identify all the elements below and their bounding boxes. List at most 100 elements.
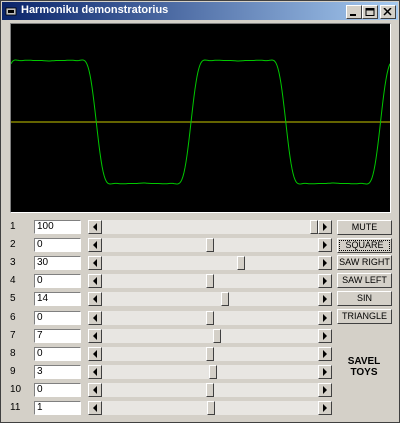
close-button[interactable] xyxy=(380,5,396,19)
slider-thumb[interactable] xyxy=(206,238,214,252)
harmonic-number: 3 xyxy=(10,257,16,268)
slider-thumb[interactable] xyxy=(310,220,318,234)
scroll-left-button[interactable] xyxy=(88,383,102,397)
slider-thumb[interactable] xyxy=(206,274,214,288)
arrow-right-icon xyxy=(323,368,327,376)
scroll-left-button[interactable] xyxy=(88,292,102,306)
scroll-right-button[interactable] xyxy=(318,383,332,397)
arrow-right-icon xyxy=(323,295,327,303)
harmonic-row: 1 100 xyxy=(1,220,341,234)
arrow-left-icon xyxy=(93,350,97,358)
harmonic-slider[interactable] xyxy=(88,292,332,306)
title-bar[interactable]: Harmoniku demonstratorius xyxy=(2,2,398,20)
harmonic-slider[interactable] xyxy=(88,311,332,325)
harmonic-slider[interactable] xyxy=(88,256,332,270)
slider-thumb[interactable] xyxy=(237,256,245,270)
scroll-left-button[interactable] xyxy=(88,329,102,343)
scroll-right-button[interactable] xyxy=(318,220,332,234)
harmonic-value-field[interactable]: 0 xyxy=(34,347,81,361)
scroll-right-button[interactable] xyxy=(318,292,332,306)
square-button[interactable]: SQUARE xyxy=(337,238,392,253)
minimize-button[interactable] xyxy=(346,5,362,19)
harmonic-row: 40 xyxy=(1,274,341,288)
scroll-right-button[interactable] xyxy=(318,365,332,379)
slider-thumb[interactable] xyxy=(206,311,214,325)
slider-thumb[interactable] xyxy=(206,383,214,397)
arrow-right-icon xyxy=(323,241,327,249)
saw-left-button[interactable]: SAW LEFT xyxy=(337,273,392,288)
harmonic-value-field[interactable]: 0 xyxy=(34,274,81,288)
scroll-left-button[interactable] xyxy=(88,401,102,415)
scroll-left-button[interactable] xyxy=(88,311,102,325)
arrow-right-icon xyxy=(323,350,327,358)
app-icon xyxy=(5,7,17,16)
slider-thumb[interactable] xyxy=(206,347,214,361)
brand-label: SAVEL TOYS xyxy=(339,356,389,378)
harmonic-value-field[interactable]: 14 xyxy=(34,292,81,306)
harmonic-value-field[interactable]: 3 xyxy=(34,365,81,379)
arrow-left-icon xyxy=(93,368,97,376)
harmonic-value-field[interactable]: 100 xyxy=(34,220,81,234)
harmonic-slider[interactable] xyxy=(88,383,332,397)
mute-button[interactable]: MUTE xyxy=(337,220,392,235)
arrow-left-icon xyxy=(93,404,97,412)
harmonic-row: 80 xyxy=(1,347,341,361)
harmonic-number: 5 xyxy=(10,293,16,304)
scroll-right-button[interactable] xyxy=(318,329,332,343)
scroll-right-button[interactable] xyxy=(318,311,332,325)
harmonic-number: 6 xyxy=(10,312,16,323)
slider-thumb[interactable] xyxy=(213,329,221,343)
harmonic-value-field[interactable]: 7 xyxy=(34,329,81,343)
arrow-left-icon xyxy=(93,332,97,340)
harmonic-value-field[interactable]: 1 xyxy=(34,401,81,415)
harmonic-number: 8 xyxy=(10,348,16,359)
arrow-right-icon xyxy=(323,386,327,394)
waveform-canvas xyxy=(11,59,390,185)
harmonic-slider[interactable] xyxy=(88,220,332,234)
scroll-left-button[interactable] xyxy=(88,347,102,361)
harmonic-row: 5 14 xyxy=(1,292,341,306)
scroll-left-button[interactable] xyxy=(88,238,102,252)
harmonic-slider[interactable] xyxy=(88,238,332,252)
app-window: Harmoniku demonstratorius 1 100 2 0 3 30 4 0 5 14… xyxy=(0,0,400,423)
scroll-right-button[interactable] xyxy=(318,238,332,252)
triangle-button[interactable]: TRIANGLE xyxy=(337,309,392,324)
harmonic-value-field[interactable]: 30 xyxy=(34,256,81,270)
harmonic-value-field[interactable]: 0 xyxy=(34,238,81,252)
slider-thumb[interactable] xyxy=(221,292,229,306)
scroll-right-button[interactable] xyxy=(318,274,332,288)
saw-right-button[interactable]: SAW RIGHT xyxy=(337,255,392,270)
maximize-icon xyxy=(365,8,375,16)
arrow-left-icon xyxy=(93,241,97,249)
scroll-left-button[interactable] xyxy=(88,220,102,234)
harmonic-value-field[interactable]: 0 xyxy=(34,383,81,397)
harmonic-slider[interactable] xyxy=(88,329,332,343)
harmonic-number: 4 xyxy=(10,275,16,286)
harmonic-number: 9 xyxy=(10,366,16,377)
harmonic-number: 10 xyxy=(10,384,22,395)
slider-thumb[interactable] xyxy=(209,365,217,379)
harmonic-slider[interactable] xyxy=(88,401,332,415)
harmonic-row: 93 xyxy=(1,365,341,379)
scroll-right-button[interactable] xyxy=(318,401,332,415)
harmonic-row: 10 0 xyxy=(1,383,341,397)
scroll-left-button[interactable] xyxy=(88,274,102,288)
scroll-right-button[interactable] xyxy=(318,347,332,361)
arrow-left-icon xyxy=(93,223,97,231)
harmonic-slider[interactable] xyxy=(88,274,332,288)
arrow-right-icon xyxy=(323,277,327,285)
maximize-button[interactable] xyxy=(362,5,378,19)
arrow-left-icon xyxy=(93,295,97,303)
arrow-right-icon xyxy=(323,259,327,267)
scroll-left-button[interactable] xyxy=(88,256,102,270)
sin-button[interactable]: SIN xyxy=(337,291,392,306)
harmonic-value-field[interactable]: 0 xyxy=(34,311,81,325)
harmonic-slider[interactable] xyxy=(88,347,332,361)
scroll-left-button[interactable] xyxy=(88,365,102,379)
harmonic-number: 7 xyxy=(10,330,16,341)
harmonic-number: 11 xyxy=(10,402,21,413)
harmonic-slider[interactable] xyxy=(88,365,332,379)
arrow-left-icon xyxy=(93,386,97,394)
scroll-right-button[interactable] xyxy=(318,256,332,270)
slider-thumb[interactable] xyxy=(207,401,215,415)
